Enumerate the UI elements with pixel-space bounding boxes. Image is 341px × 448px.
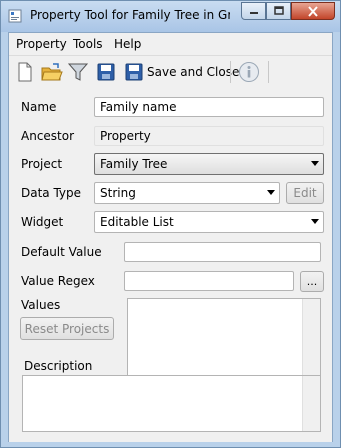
new-button[interactable] [16, 61, 34, 83]
new-document-icon [18, 62, 32, 82]
description-field[interactable] [22, 375, 321, 432]
property-form: Name Family name Ancestor Property Proje… [9, 88, 332, 442]
save-icon [125, 63, 143, 81]
default-value-field[interactable] [124, 242, 321, 262]
value-regex-label: Value Regex [21, 274, 95, 288]
filter-icon [68, 63, 88, 81]
widget-dropdown[interactable]: Editable List [94, 211, 324, 233]
regex-browse-button[interactable]: ... [300, 271, 324, 292]
data-type-value: String [100, 186, 136, 200]
chevron-down-icon [311, 161, 319, 166]
caption-buttons [241, 2, 335, 21]
default-value-label: Default Value [21, 245, 102, 259]
menu-tools[interactable]: Tools [73, 37, 103, 51]
info-icon [239, 62, 259, 82]
toolbar-separator [268, 61, 269, 83]
info-button[interactable] [238, 61, 260, 83]
save-button[interactable] [97, 61, 115, 83]
close-button[interactable] [291, 2, 335, 20]
chevron-down-icon [267, 190, 275, 195]
name-label: Name [21, 100, 57, 114]
value-regex-field[interactable] [124, 271, 294, 291]
maximize-button[interactable] [266, 2, 291, 20]
edit-button[interactable]: Edit [286, 182, 324, 204]
ancestor-label: Ancestor [21, 129, 75, 143]
window-title: Property Tool for Family Tree in Gra... [30, 8, 230, 22]
data-type-label: Data Type [21, 186, 82, 200]
values-scrollbar[interactable] [302, 299, 320, 387]
project-value: Family Tree [100, 157, 168, 171]
values-label: Values [21, 298, 61, 312]
project-label: Project [21, 157, 63, 171]
client-area: Property Tools Help Save and Close Name … [8, 32, 333, 442]
chevron-down-icon [311, 219, 319, 224]
open-button[interactable] [41, 61, 63, 83]
name-field[interactable]: Family name [94, 97, 324, 117]
project-dropdown[interactable]: Family Tree [94, 153, 324, 175]
save-icon [97, 63, 115, 81]
close-icon [308, 5, 318, 17]
ancestor-field: Property [94, 126, 324, 146]
description-scrollbar[interactable] [302, 376, 320, 431]
toolbar: Save and Close [9, 55, 332, 89]
title-bar[interactable]: Property Tool for Family Tree in Gra... [1, 1, 340, 32]
widget-label: Widget [21, 215, 64, 229]
save-and-close-button[interactable]: Save and Close [125, 61, 239, 83]
description-label: Description [24, 359, 93, 373]
widget-value: Editable List [100, 215, 174, 229]
reset-projects-button[interactable]: Reset Projects [20, 317, 114, 340]
save-and-close-label: Save and Close [147, 65, 240, 79]
menu-property[interactable]: Property [16, 37, 67, 51]
filter-button[interactable] [68, 61, 88, 83]
open-folder-icon [41, 63, 63, 81]
minimize-button[interactable] [241, 2, 266, 20]
app-icon [8, 9, 22, 23]
minimize-icon [249, 12, 258, 14]
app-window: Property Tool for Family Tree in Gra... … [0, 0, 341, 448]
toolbar-separator [230, 61, 231, 83]
menu-help[interactable]: Help [114, 37, 141, 51]
data-type-dropdown[interactable]: String [94, 182, 280, 204]
maximize-icon [273, 6, 284, 15]
menu-bar: Property Tools Help [9, 33, 332, 54]
